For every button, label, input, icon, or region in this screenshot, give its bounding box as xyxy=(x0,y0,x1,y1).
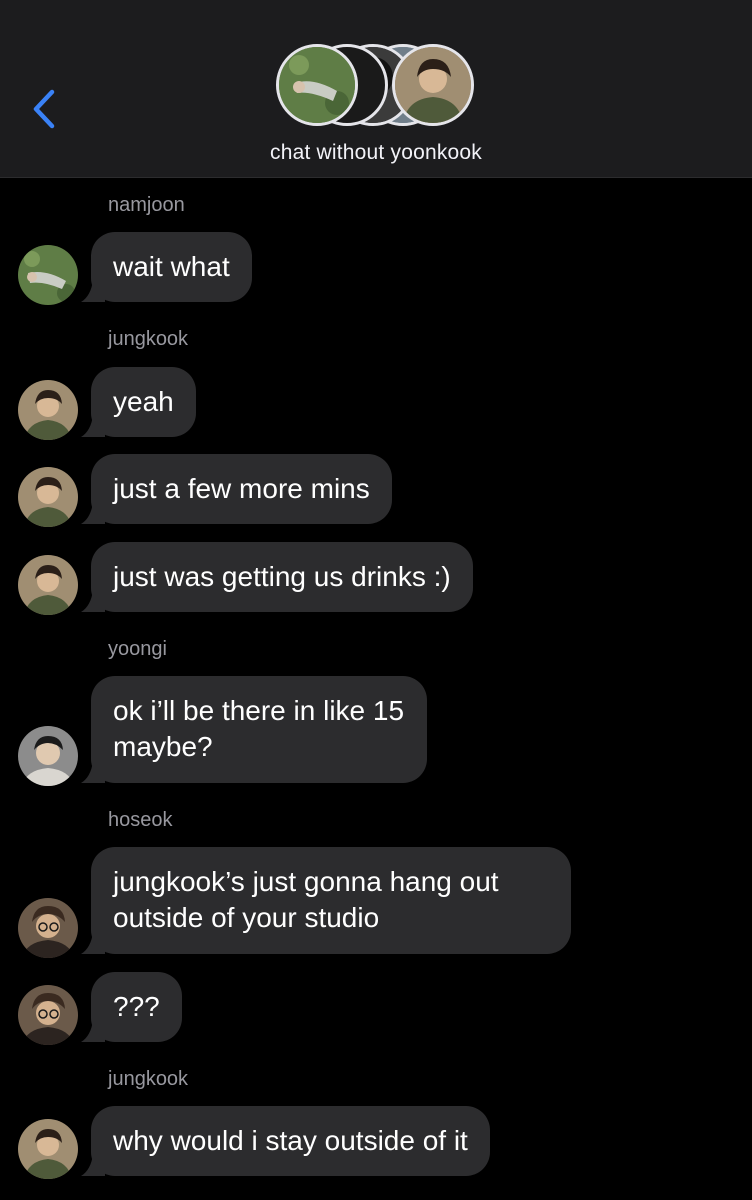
group-avatar-stack[interactable] xyxy=(276,44,476,130)
message-text: just was getting us drinks :) xyxy=(113,561,451,592)
message-bubble[interactable]: wait what xyxy=(81,232,252,302)
message-bubble[interactable]: just was getting us drinks :) xyxy=(81,542,473,612)
message-text: ok i’ll be there in like 15 maybe? xyxy=(113,695,405,762)
sender-name: jungkook xyxy=(108,328,189,350)
message-bubble[interactable]: jungkook’s just gonna hang out outside o… xyxy=(81,847,571,954)
namjoon-avatar[interactable] xyxy=(18,245,78,305)
jungkook-avatar[interactable] xyxy=(18,555,78,615)
message-bubble[interactable]: ??? xyxy=(81,972,182,1042)
chevron-left-icon xyxy=(33,89,55,129)
jungkook-avatar[interactable] xyxy=(18,467,78,527)
sender-name: yoongi xyxy=(108,638,167,660)
message-bubble[interactable]: yeah xyxy=(81,367,196,437)
namjoon-avatar xyxy=(276,44,358,126)
message-text: why would i stay outside of it xyxy=(113,1125,468,1156)
message-text: just a few more mins xyxy=(113,473,370,504)
message-text: wait what xyxy=(113,251,230,282)
hoseok-avatar[interactable] xyxy=(18,985,78,1045)
message-text: yeah xyxy=(113,386,174,417)
message-bubble[interactable]: ok i’ll be there in like 15 maybe? xyxy=(81,676,427,783)
message-text: jungkook’s just gonna hang out outside o… xyxy=(113,866,499,933)
back-button[interactable] xyxy=(26,88,66,132)
sender-name: hoseok xyxy=(108,809,173,831)
jungkook-avatar xyxy=(392,44,474,126)
jungkook-avatar[interactable] xyxy=(18,1119,78,1179)
message-text: ??? xyxy=(113,991,160,1022)
hoseok-avatar[interactable] xyxy=(18,898,78,958)
group-title[interactable]: chat without yoonkook xyxy=(0,141,752,165)
conversation-header: chat without yoonkook xyxy=(0,0,752,178)
message-bubble[interactable]: why would i stay outside of it xyxy=(81,1106,490,1176)
sender-name: jungkook xyxy=(108,1068,189,1090)
sender-name: namjoon xyxy=(108,194,185,216)
jungkook-avatar[interactable] xyxy=(18,380,78,440)
message-bubble[interactable]: just a few more mins xyxy=(81,454,392,524)
yoongi-avatar[interactable] xyxy=(18,726,78,786)
